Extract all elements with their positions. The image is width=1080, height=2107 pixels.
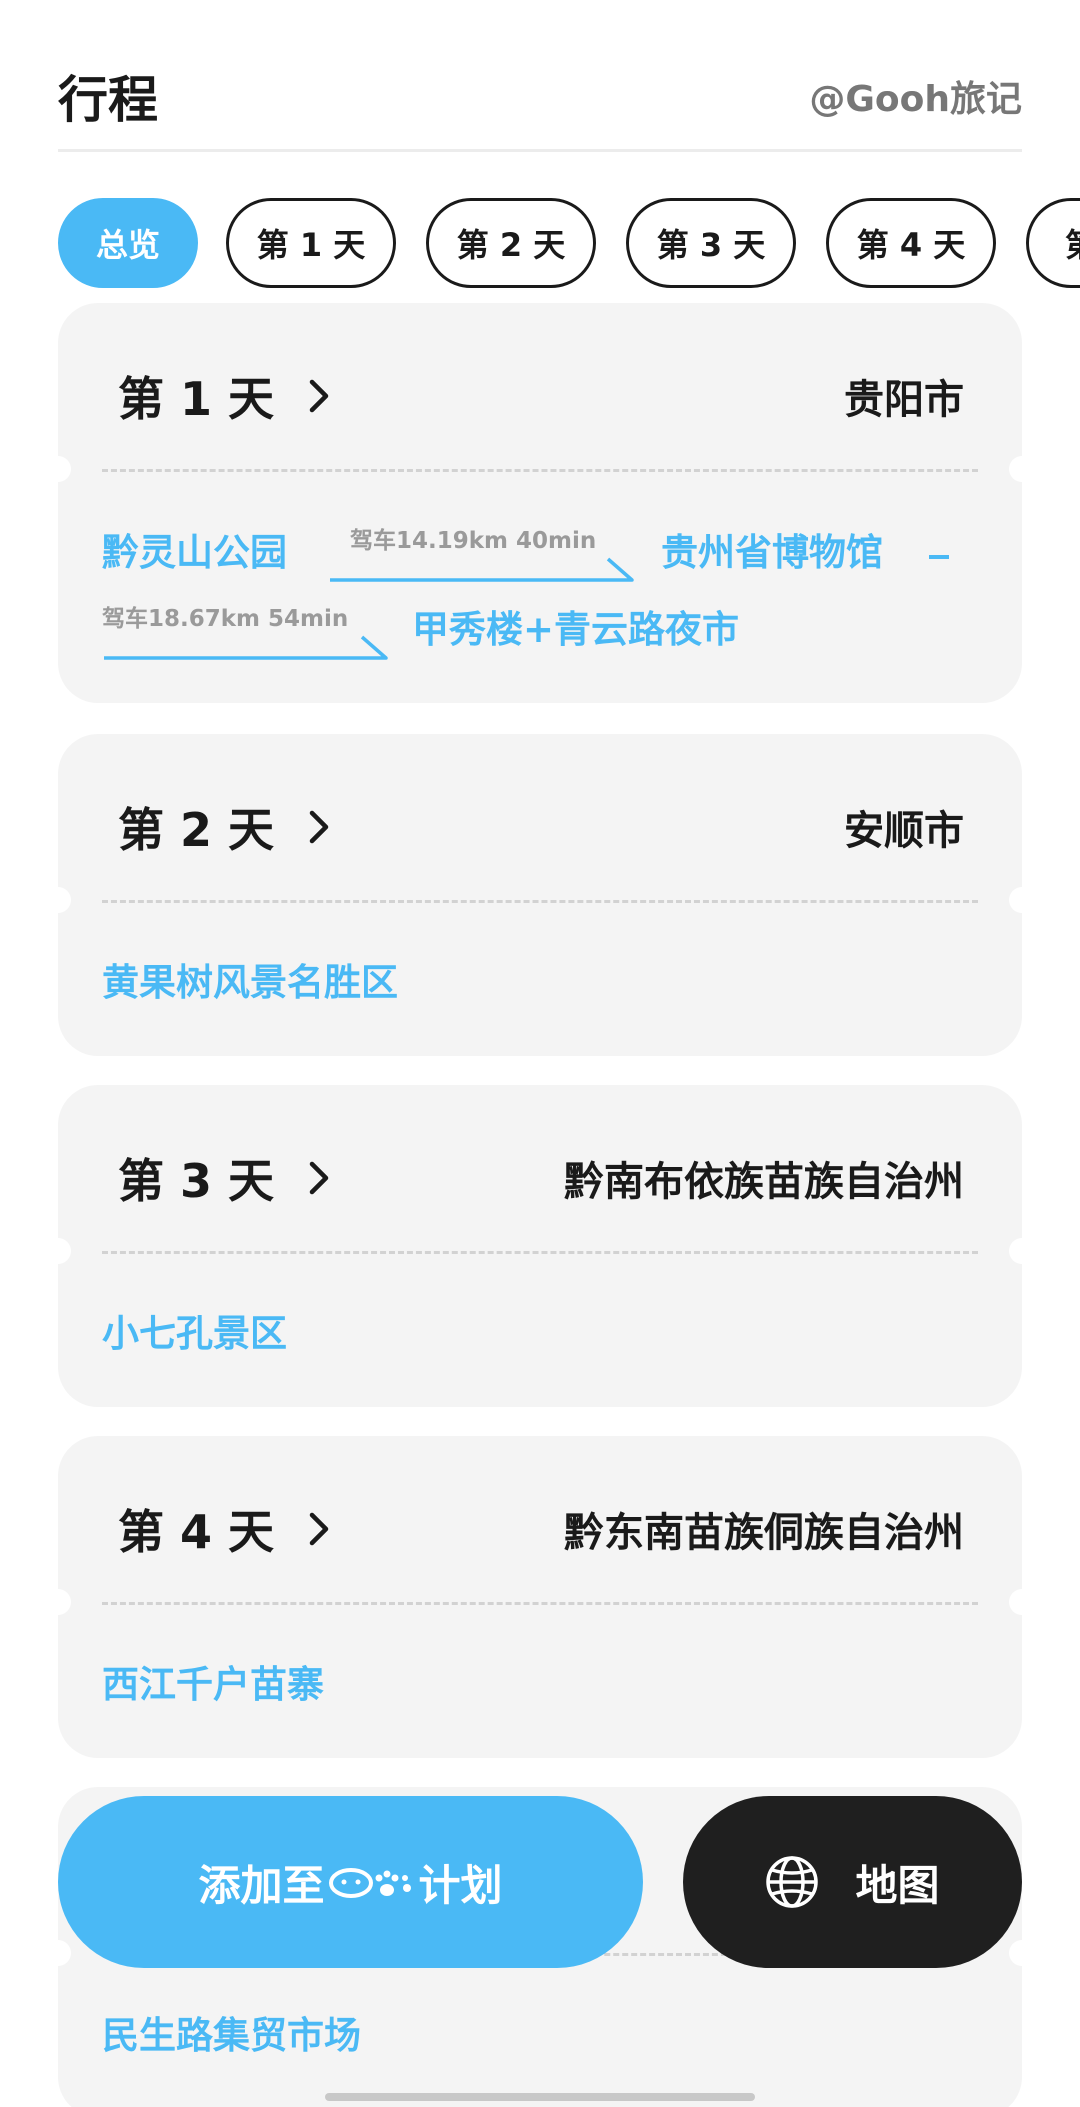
mascot-icon — [328, 1868, 411, 1898]
day-title[interactable]: 第 3 天 — [118, 1145, 334, 1211]
map-button[interactable]: 地图 — [683, 1796, 1022, 1968]
route-arrow-icon — [104, 635, 388, 660]
tab-day-1[interactable]: 第 1 天 — [226, 198, 396, 288]
day-title-label: 第 2 天 — [118, 803, 275, 857]
day-title-label: 第 4 天 — [118, 1505, 275, 1559]
chevron-right-icon — [309, 1161, 329, 1195]
route-continuation-mark — [929, 555, 949, 559]
divider — [102, 1251, 978, 1254]
stop-name[interactable]: 贵州省博物馆 — [661, 522, 883, 576]
stop-name[interactable]: 民生路集贸市场 — [102, 2005, 361, 2059]
day-tabs: 总览 第 1 天 第 2 天 第 3 天 第 4 天 第 — [58, 198, 1080, 288]
stop-name[interactable]: 黄果树风景名胜区 — [102, 952, 398, 1006]
tab-day-5[interactable]: 第 — [1026, 198, 1080, 288]
divider — [102, 1602, 978, 1605]
day-city: 安顺市 — [844, 808, 964, 854]
home-indicator[interactable] — [325, 2093, 755, 2101]
chevron-right-icon — [309, 810, 329, 844]
stop-name[interactable]: 黔灵山公园 — [102, 522, 287, 576]
day-city: 贵阳市 — [844, 377, 964, 423]
stop-name[interactable]: 西江千户苗寨 — [102, 1654, 324, 1708]
add-to-plan-button[interactable]: 添加至 计划 — [58, 1796, 643, 1968]
add-plan-prefix: 添加至 — [198, 1860, 325, 1910]
day-card-2[interactable]: 第 2 天 安顺市 黄果树风景名胜区 — [45, 734, 1035, 1056]
day-card-4[interactable]: 第 4 天 黔东南苗族侗族自治州 西江千户苗寨 — [45, 1436, 1035, 1758]
divider — [102, 469, 978, 472]
stop-name[interactable]: 甲秀楼+青云路夜市 — [412, 599, 739, 653]
day-title[interactable]: 第 2 天 — [118, 794, 334, 860]
day-title[interactable]: 第 1 天 — [118, 363, 334, 429]
brand-watermark: @Gooh旅记 — [809, 79, 1022, 120]
day-card-3[interactable]: 第 3 天 黔南布依族苗族自治州 小七孔景区 — [45, 1085, 1035, 1407]
day-city: 黔东南苗族侗族自治州 — [564, 1510, 964, 1556]
map-label: 地图 — [855, 1860, 940, 1910]
day-city: 黔南布依族苗族自治州 — [564, 1159, 964, 1205]
header: 行程 @Gooh旅记 — [58, 60, 1022, 152]
tab-overview[interactable]: 总览 — [58, 198, 198, 288]
stop-name[interactable]: 小七孔景区 — [102, 1303, 287, 1357]
tab-day-2[interactable]: 第 2 天 — [426, 198, 596, 288]
add-plan-suffix: 计划 — [418, 1860, 503, 1910]
day-title-label: 第 3 天 — [118, 1154, 275, 1208]
route-arrow-icon — [330, 557, 634, 582]
day-title-label: 第 1 天 — [118, 372, 275, 426]
page-title: 行程 — [58, 71, 158, 129]
divider — [102, 900, 978, 903]
chevron-right-icon — [309, 379, 329, 413]
tab-day-3[interactable]: 第 3 天 — [626, 198, 796, 288]
globe-icon — [766, 1856, 819, 1908]
day-card-1[interactable]: 第 1 天 贵阳市 黔灵山公园 驾车14.19km 40min 贵州省博物馆 驾… — [45, 303, 1035, 703]
tab-day-4[interactable]: 第 4 天 — [826, 198, 996, 288]
day-title[interactable]: 第 4 天 — [118, 1496, 334, 1562]
chevron-right-icon — [309, 1512, 329, 1546]
